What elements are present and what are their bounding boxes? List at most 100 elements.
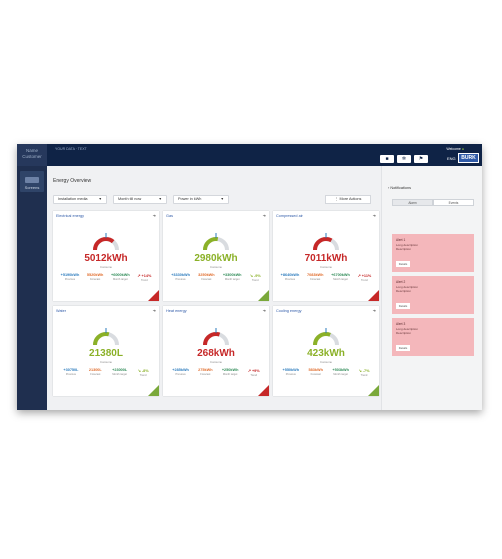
alert-desc-line-2: Description — [396, 247, 412, 252]
card-stat: ↘ -9% Trend — [250, 273, 261, 282]
energy-card[interactable]: Gas ➜ 2980kWh Consume +3330kWh Previous 3250kW… — [163, 211, 269, 301]
customer-logo: Name Customer — [17, 144, 47, 166]
left-sidebar: Name Customer Screens — [17, 144, 47, 410]
logo-line-2: Customer — [22, 154, 42, 159]
status-corner-icon — [368, 385, 379, 396]
alert-description: Long description Description — [396, 327, 418, 336]
alert-card: Alert 3 Long description Description Detail… — [392, 318, 474, 356]
card-stat: +5190kWh Previous — [61, 273, 80, 282]
more-actions-button[interactable]: ⋮ More Actions — [325, 195, 371, 204]
card-stat: +8640kWh Previous — [281, 273, 300, 282]
card-stats: +285kWh Previous 275kWh Forecast +250kWh Mont… — [163, 368, 269, 377]
energy-card[interactable]: Heat energy ➜ 268kWh Consume +285kWh Previous… — [163, 306, 269, 396]
card-stat-value: ↗ +11% — [357, 274, 372, 278]
chevron-down-icon: ▼ — [98, 197, 102, 201]
language-label[interactable]: ENG — [447, 156, 456, 161]
card-value: 7011kWh — [304, 253, 348, 264]
card-stat: ↘ -7% Trend — [358, 368, 369, 377]
card-stat: 583kWh Forecast — [309, 368, 323, 377]
card-stat-value: 7083kWh — [307, 273, 324, 277]
card-value: 423kWh — [307, 348, 345, 359]
sidebar-item-screens[interactable]: Screens — [20, 171, 44, 192]
card-stat-value: 3250kWh — [198, 273, 215, 277]
card-stat-value: ↘ -9% — [249, 274, 261, 278]
card-stat-label: Month target — [333, 373, 348, 376]
card-stat: +550kWh Previous — [282, 368, 299, 377]
screens-icon — [25, 177, 39, 183]
chevron-down-icon: ▼ — [220, 197, 224, 201]
card-stat-value: +23000L — [112, 368, 128, 372]
card-value: 5012kWh — [84, 253, 128, 264]
gauge-chart — [93, 328, 119, 346]
card-caption: Consume — [210, 360, 222, 364]
card-stat-label: Forecast — [201, 278, 212, 281]
media-select[interactable]: Installation media ▼ — [53, 195, 107, 204]
expand-icon[interactable]: ➜ — [153, 213, 156, 218]
card-title: Water — [56, 309, 66, 313]
app-window: Name Customer Screens YOUR DATA · TEXT W… — [17, 144, 482, 410]
tab-events[interactable]: Events — [433, 199, 474, 206]
card-stat-label: Trend — [250, 374, 258, 377]
user-label[interactable]: Welcome ● — [446, 147, 464, 151]
status-corner-icon — [368, 290, 379, 301]
card-stat: ↗ +9% Trend — [248, 368, 260, 377]
alert-desc-line-2: Description — [396, 289, 412, 294]
expand-icon[interactable]: ➜ — [153, 308, 156, 313]
energy-card[interactable]: Compressed air ➜ 7011kWh Consume +8640kWh Pre… — [273, 211, 379, 301]
card-caption: Consume — [210, 265, 222, 269]
card-value: 21380L — [89, 348, 123, 359]
card-stat-value: +250kWh — [221, 368, 239, 372]
card-title: Gas — [166, 214, 173, 218]
card-stat-label: Month target — [224, 278, 240, 281]
language-flag-button[interactable]: ⚑ — [414, 155, 428, 163]
unit-select[interactable]: Power in kWh ▼ — [173, 195, 229, 204]
card-stats: +8640kWh Previous 7083kWh Forecast +6700kWh M… — [273, 273, 379, 282]
card-caption: Consume — [320, 265, 332, 269]
alert-details-button[interactable]: Details — [396, 303, 410, 309]
main-content: Energy Overview Installation media ▼ Mont… — [47, 166, 381, 410]
status-corner-icon — [148, 290, 159, 301]
card-stat-value: +8640kWh — [280, 273, 300, 277]
card-stat: 275kWh Forecast — [198, 368, 212, 377]
expand-icon[interactable]: ➜ — [263, 308, 266, 313]
alert-desc-line-2: Description — [396, 331, 412, 336]
expand-icon[interactable]: ➜ — [373, 213, 376, 218]
expand-icon[interactable]: ➜ — [263, 213, 266, 218]
brand-logo: BURK — [458, 153, 479, 163]
energy-card[interactable]: Cooling energy ➜ 423kWh Consume +550kWh Previ… — [273, 306, 379, 396]
settings-button[interactable]: ✲ — [397, 155, 411, 163]
status-corner-icon — [258, 385, 269, 396]
card-stat-value: +6000kWh — [110, 273, 130, 277]
card-stat: ↘ -8% Trend — [138, 368, 149, 377]
card-stat: ↗ +14% Trend — [137, 273, 151, 282]
energy-card[interactable]: Water ➜ 21380L Consume +30750L Previous 21300L… — [53, 306, 159, 396]
card-stat-label: Trend — [360, 374, 368, 377]
energy-card[interactable]: Electrical energy ➜ 5012kWh Consume +5190kWh… — [53, 211, 159, 301]
card-stat: +6700kWh Month target — [331, 273, 350, 282]
card-stat-label: Month target — [113, 278, 128, 281]
user-button[interactable]: ■ — [380, 155, 394, 163]
card-caption: Consume — [100, 265, 112, 269]
notifications-header[interactable]: › Notifications — [388, 186, 411, 190]
notifications-title: Notifications — [390, 186, 412, 190]
card-stat: +250kWh Month target — [222, 368, 239, 377]
card-stat-label: Forecast — [90, 278, 101, 281]
card-stat-label: Previous — [284, 278, 296, 281]
expand-icon[interactable]: ➜ — [373, 308, 376, 313]
period-select[interactable]: Month till now ▼ — [113, 195, 167, 204]
card-stat-value: +5190kWh — [60, 273, 80, 277]
user-name: Welcome — [446, 147, 461, 151]
alert-details-button[interactable]: Details — [396, 345, 410, 351]
card-stat-label: Forecast — [310, 278, 321, 281]
status-corner-icon — [148, 385, 159, 396]
card-stat-value: +30750L — [63, 368, 79, 372]
card-stat: +6000kWh Month target — [111, 273, 130, 282]
card-stat: 3250kWh Forecast — [198, 273, 214, 282]
card-stat-label: Trend — [361, 279, 368, 282]
card-caption: Consume — [320, 360, 332, 364]
alert-details-button[interactable]: Details — [396, 261, 410, 267]
card-stat-value: +550kWh — [282, 368, 300, 372]
card-value: 268kWh — [197, 348, 235, 359]
tab-alarm[interactable]: Alarm — [392, 199, 433, 206]
card-stat-label: Trend — [139, 374, 147, 377]
